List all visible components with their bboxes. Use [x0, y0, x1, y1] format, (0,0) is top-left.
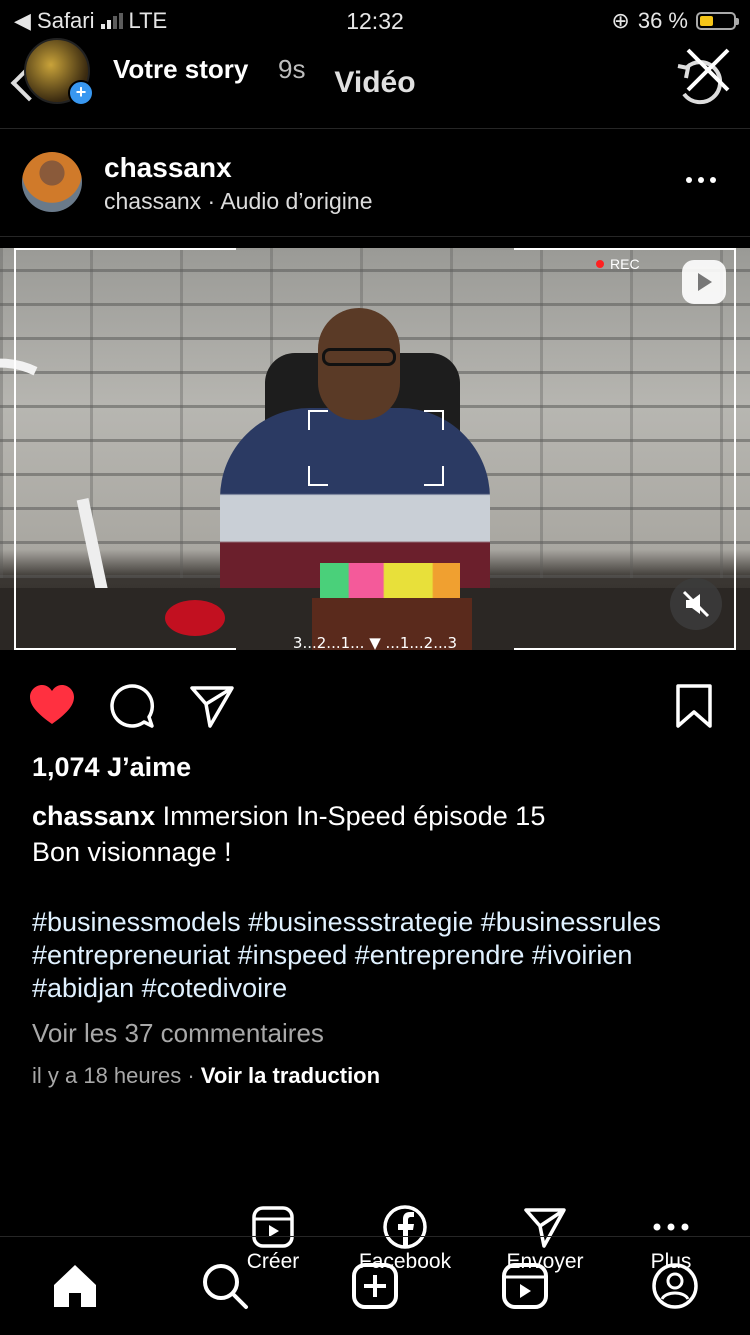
- hashtags-line[interactable]: #entrepreneuriat #inspeed #entreprendre …: [32, 939, 732, 972]
- post-audio-subtitle[interactable]: chassanx · Audio d’origine: [104, 188, 373, 215]
- rose: [165, 600, 225, 636]
- hashtags-line[interactable]: #businessmodels #businessstrategie #busi…: [32, 906, 732, 939]
- home-icon[interactable]: [50, 1261, 100, 1311]
- more-options-icon[interactable]: [686, 170, 726, 190]
- battery-icon: [696, 12, 739, 30]
- reels-tab-icon[interactable]: [500, 1261, 550, 1311]
- avatar[interactable]: [22, 152, 82, 212]
- translate-link[interactable]: Voir la traduction: [201, 1063, 380, 1088]
- rec-indicator: REC: [596, 256, 640, 272]
- close-icon[interactable]: [670, 46, 734, 110]
- search-icon[interactable]: [200, 1261, 250, 1311]
- rec-dot-icon: [596, 260, 604, 268]
- sticky-notes: [320, 563, 460, 603]
- share-send-icon[interactable]: [188, 682, 236, 730]
- focus-corner: [424, 466, 444, 486]
- focus-corner: [308, 410, 328, 430]
- profile-icon[interactable]: [650, 1261, 700, 1311]
- frame-line: [514, 248, 736, 250]
- frame-line: [734, 248, 736, 650]
- post-username[interactable]: chassanx: [104, 152, 232, 184]
- divider: [0, 128, 750, 129]
- mute-icon[interactable]: [670, 578, 722, 630]
- bottom-tab-bar: [0, 1236, 750, 1335]
- like-heart-icon[interactable]: [28, 682, 76, 730]
- presenter-glasses: [322, 348, 396, 366]
- focus-corner: [308, 466, 328, 486]
- caption-username[interactable]: chassanx: [32, 801, 155, 831]
- hashtags: #businessmodels #businessstrategie #busi…: [32, 906, 732, 1005]
- post-meta: il y a 18 heures · Voir la traduction: [32, 1063, 380, 1089]
- separator-dot: ·: [187, 1063, 201, 1088]
- caption-text: Immersion In-Speed épisode 15: [162, 801, 546, 831]
- focus-corner: [424, 410, 444, 430]
- story-header: + Votre story 9s Vidéo: [0, 32, 750, 128]
- caption: chassanx Immersion In-Speed épisode 15 B…: [32, 798, 722, 870]
- page-title: Vidéo: [334, 66, 416, 99]
- bookmark-icon[interactable]: [670, 682, 718, 730]
- frame-line: [14, 248, 16, 650]
- post-timestamp: il y a 18 heures: [32, 1063, 182, 1088]
- comment-icon[interactable]: [108, 682, 156, 730]
- divider: [0, 236, 750, 237]
- status-right: ⊕ 36 %: [611, 8, 739, 34]
- hashtags-line[interactable]: #abidjan #cotedivoire: [32, 972, 732, 1005]
- view-comments-link[interactable]: Voir les 37 commentaires: [32, 1018, 324, 1049]
- new-post-icon[interactable]: [350, 1261, 400, 1311]
- video-player[interactable]: REC 3...2...1... ▼ ...1...2...3: [0, 248, 750, 650]
- reels-badge-icon: [682, 260, 726, 304]
- countdown-label: 3...2...1... ▼ ...1...2...3: [292, 634, 458, 650]
- caption-line2: Bon visionnage !: [32, 837, 232, 867]
- battery-percent: 36 %: [637, 8, 688, 33]
- like-count[interactable]: 1,074 J’aime: [32, 752, 191, 783]
- frame-line: [14, 248, 236, 250]
- rotation-lock-icon: ⊕: [611, 8, 630, 33]
